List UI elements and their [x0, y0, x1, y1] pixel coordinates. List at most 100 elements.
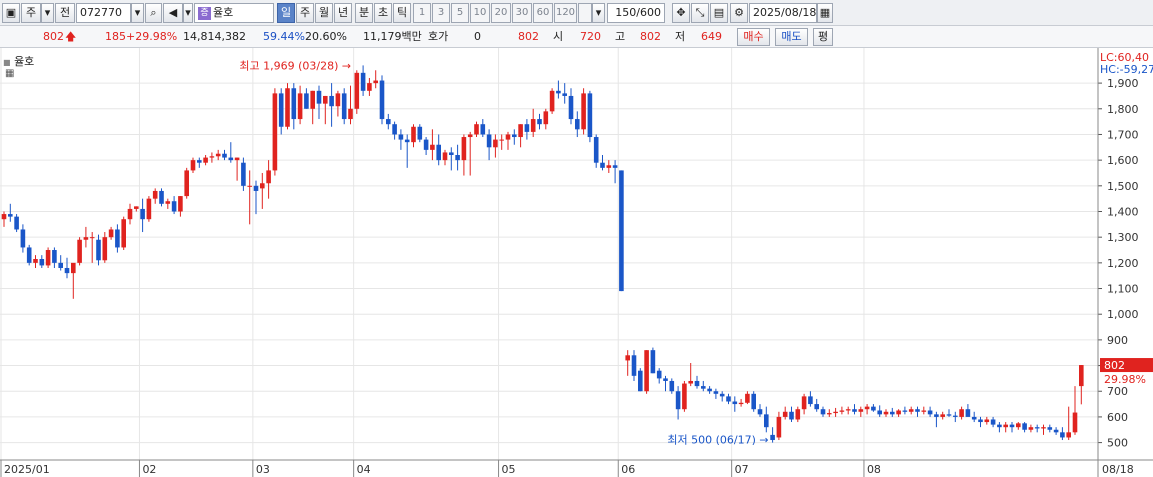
candle-body [178, 196, 183, 212]
tab-second[interactable]: 초 [374, 3, 392, 23]
interval-10[interactable]: 10 [470, 3, 490, 23]
candle-body [26, 247, 32, 263]
count-field[interactable]: 150/600 [607, 3, 665, 23]
candle-body [644, 350, 649, 392]
interval-20[interactable]: 20 [491, 3, 511, 23]
candle-body [575, 119, 580, 130]
speaker-icon[interactable]: ◀ [163, 3, 183, 23]
tab-tick[interactable]: 틱 [393, 3, 411, 23]
last-price-label: 802 [1104, 359, 1125, 372]
interval-20-label: 20 [494, 7, 508, 18]
y-tick-label: 1,200 [1107, 257, 1139, 270]
y-tick-label: 1,000 [1107, 308, 1139, 321]
interval-dropdown-icon[interactable]: ▾ [592, 3, 605, 23]
code-dropdown-icon[interactable]: ▾ [131, 3, 144, 23]
date-text: 2025/08/18 [753, 6, 817, 19]
candle-body [373, 80, 378, 84]
candle-body [291, 88, 297, 120]
y-tick-label: 1,700 [1107, 128, 1139, 141]
interval-1[interactable]: 1 [413, 3, 431, 23]
candle-body [631, 355, 637, 376]
sell-button[interactable]: 매도 [775, 28, 808, 46]
amount: 11,179백만 [363, 30, 422, 43]
candle-body [398, 134, 404, 140]
interval-3[interactable]: 3 [432, 3, 450, 23]
candle-body [927, 410, 933, 415]
tab-month[interactable]: 월 [315, 3, 333, 23]
interval-5-label: 5 [456, 7, 464, 18]
tab-year[interactable]: 년 [334, 3, 352, 23]
candle-body [436, 144, 441, 161]
type-dropdown-icon[interactable]: ▾ [41, 3, 54, 23]
candle-body [474, 124, 479, 135]
last-change-label: 29.98% [1104, 373, 1146, 386]
candle-body [404, 139, 410, 143]
candle-body [423, 139, 429, 150]
candle-body [228, 157, 234, 161]
candle-body [896, 410, 901, 415]
candle-body [8, 214, 13, 217]
candle-body [738, 402, 744, 405]
settings-icon[interactable]: ⚙ [730, 3, 748, 23]
candle-body [335, 93, 341, 107]
candle-body [108, 229, 114, 238]
candle-body [455, 155, 460, 161]
candle-body [1, 214, 7, 220]
interval-3-label: 3 [437, 7, 445, 18]
tab-tick-label: 틱 [396, 6, 408, 19]
search-icon[interactable]: ⌕ [145, 3, 162, 23]
stock-name-field[interactable]: 증 율호 [194, 3, 274, 23]
tab-week[interactable]: 주 [296, 3, 314, 23]
candle-body [278, 93, 284, 127]
candle-body [959, 409, 964, 417]
candle-body [486, 134, 492, 148]
candle-body [852, 409, 857, 412]
speaker-dropdown-icon[interactable]: ▾ [183, 3, 193, 23]
interval-120[interactable]: 120 [554, 3, 577, 23]
candle-body [367, 83, 372, 91]
type-selector[interactable]: 주 [21, 3, 41, 23]
candle-body [789, 411, 794, 420]
candle-body [493, 139, 498, 148]
window-menu-icon[interactable]: ▣ [2, 3, 20, 23]
hoga-price: 802 [518, 30, 539, 43]
interval-60[interactable]: 60 [533, 3, 553, 23]
jeon-button[interactable]: 전 [55, 3, 75, 23]
candle-body [1028, 427, 1034, 430]
price-chart[interactable]: 1,900 1,800 1,700 1,600 1,500 1,400 1,300 1,200… [0, 48, 1153, 477]
current-price: 802 [43, 30, 64, 43]
candle-body [890, 411, 895, 415]
interval-5[interactable]: 5 [451, 3, 469, 23]
x-tick-label: 04 [357, 463, 371, 476]
zoom-icon[interactable]: ✥ [672, 3, 690, 23]
tab-year-label: 년 [337, 6, 349, 19]
high-price: 802 [640, 30, 661, 43]
buy-button[interactable]: 매수 [737, 28, 770, 46]
candle-body [530, 119, 536, 132]
calendar-icon[interactable]: ▦ [817, 3, 833, 23]
candle-body [518, 124, 523, 138]
candle-body [171, 201, 177, 212]
candle-body [625, 355, 630, 361]
tab-minute[interactable]: 분 [355, 3, 373, 23]
candle-body [782, 411, 788, 417]
date-field[interactable]: 2025/08/18 [749, 3, 817, 23]
type-label: 주 [25, 6, 37, 19]
interval-input[interactable] [578, 3, 592, 23]
candle-body [656, 370, 662, 379]
tab-second-label: 초 [377, 6, 389, 19]
tab-day[interactable]: 일 [277, 3, 295, 23]
save-icon[interactable]: ▤ [710, 3, 728, 23]
candle-body [354, 72, 360, 109]
code-input[interactable]: 072770 [76, 3, 131, 23]
indicator-icon[interactable]: ⤡ [691, 3, 709, 23]
grid-toggle-icon[interactable]: ▦ [5, 68, 14, 79]
interval-30[interactable]: 30 [512, 3, 532, 23]
candle-body [1009, 424, 1015, 428]
tab-day-label: 일 [280, 6, 292, 19]
candle-body [71, 262, 76, 274]
candle-body [341, 93, 347, 120]
eval-button[interactable]: 평 [813, 28, 833, 46]
chart-title-text: 율호 [14, 55, 35, 68]
candle-body [304, 93, 309, 109]
